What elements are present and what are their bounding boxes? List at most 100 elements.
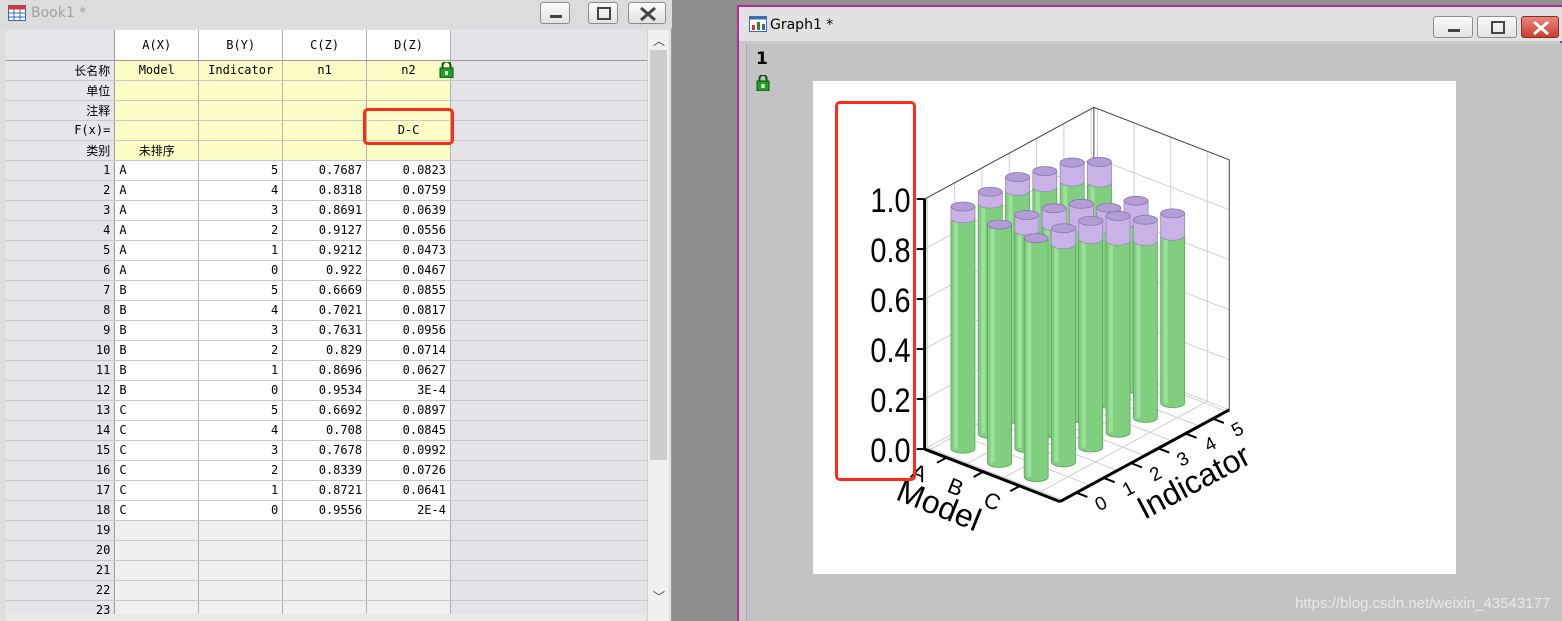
cylinder-bar[interactable] [1132,214,1158,423]
empty-row[interactable]: 20 [6,540,647,561]
row-number[interactable]: 18 [6,500,116,521]
empty-cell[interactable] [114,580,200,601]
meta-cell[interactable]: n1 [282,60,368,81]
row-number[interactable]: 3 [6,200,116,221]
empty-row[interactable]: 21 [6,560,647,581]
row-number[interactable]: 1 [6,160,116,181]
row-number[interactable]: 6 [6,260,116,281]
table-row[interactable]: 6 A 0 0.922 0.0467 [6,260,647,281]
cell-n2[interactable]: 0.0726 [366,460,451,481]
close-button[interactable] [628,2,666,24]
cell-n1[interactable]: 0.7678 [282,440,368,461]
cell-n1[interactable]: 0.6669 [282,280,368,301]
cell-model[interactable]: B [114,360,200,381]
layer-number[interactable]: 1 [756,49,768,69]
meta-cell[interactable] [282,80,368,101]
empty-cell[interactable] [282,540,368,561]
cell-n2[interactable]: 0.0823 [366,160,451,181]
empty-row[interactable]: 22 [6,580,647,601]
cell-n1[interactable]: 0.8318 [282,180,368,201]
cell-indicator[interactable]: 0 [198,380,284,401]
empty-cell[interactable] [366,580,451,601]
table-row[interactable]: 12 B 0 0.9534 3E-4 [6,380,647,401]
graph-window[interactable]: Graph1 * 1 0.0 0.2 0.4 0.6 0.8 1.0 A B C Model 0 1 2… [737,5,1562,621]
cell-n1[interactable]: 0.6692 [282,400,368,421]
cell-n1[interactable]: 0.9127 [282,220,368,241]
cell-n1[interactable]: 0.829 [282,340,368,361]
table-row[interactable]: 1 A 5 0.7687 0.0823 [6,160,647,181]
cell-n2[interactable]: 0.0956 [366,320,451,341]
cell-n2[interactable]: 3E-4 [366,380,451,401]
table-row[interactable]: 11 B 1 0.8696 0.0627 [6,360,647,381]
meta-cell[interactable] [366,80,451,101]
cell-n2[interactable]: 0.0639 [366,200,451,221]
empty-cell[interactable] [366,540,451,561]
column-header-d[interactable]: D(Z) [366,30,451,61]
meta-cell[interactable] [198,120,284,141]
table-row[interactable]: 17 C 1 0.8721 0.0641 [6,480,647,501]
meta-cell[interactable] [114,80,200,101]
row-number[interactable]: 8 [6,300,116,321]
cell-indicator[interactable]: 1 [198,480,284,501]
cell-n1[interactable]: 0.7021 [282,300,368,321]
cell-indicator[interactable]: 0 [198,500,284,521]
cylinder-bar[interactable] [1105,211,1131,438]
scroll-up-icon[interactable]: ︿ [653,32,665,49]
empty-cell[interactable] [198,520,284,541]
cell-n1[interactable]: 0.9556 [282,500,368,521]
cell-n1[interactable]: 0.8691 [282,200,368,221]
table-row[interactable]: 10 B 2 0.829 0.0714 [6,340,647,361]
cylinder-bar[interactable] [987,219,1012,468]
meta-cell[interactable] [114,100,200,121]
cell-model[interactable]: A [114,260,200,281]
cell-model[interactable]: C [114,440,200,461]
cell-n2[interactable]: 0.0855 [366,280,451,301]
column-header-b[interactable]: B(Y) [198,30,284,61]
cell-n1[interactable]: 0.9534 [282,380,368,401]
cell-model[interactable]: C [114,500,200,521]
cell-model[interactable]: A [114,240,200,261]
cell-model[interactable]: C [114,420,200,441]
cell-indicator[interactable]: 1 [198,360,284,381]
table-row[interactable]: 7 B 5 0.6669 0.0855 [6,280,647,301]
meta-cell[interactable] [114,120,200,141]
cell-n1[interactable]: 0.7631 [282,320,368,341]
cell-n2[interactable]: 0.0641 [366,480,451,501]
cylinder-bar[interactable] [1160,208,1186,408]
meta-row-label[interactable]: F(x)= [6,120,116,141]
empty-cell[interactable] [114,540,200,561]
cell-n2[interactable]: 0.0845 [366,420,451,441]
cell-indicator[interactable]: 2 [198,220,284,241]
cell-n2[interactable]: 0.0714 [366,340,451,361]
row-number[interactable]: 21 [6,560,116,581]
cell-n1[interactable]: 0.7687 [282,160,368,181]
workbook-titlebar[interactable]: Book1 * [0,0,672,28]
row-number[interactable]: 19 [6,520,116,541]
empty-cell[interactable] [366,520,451,541]
cell-model[interactable]: B [114,300,200,321]
minimize-button[interactable] [540,2,570,24]
graph-minimize-button[interactable] [1433,16,1473,38]
row-number[interactable]: 20 [6,540,116,561]
empty-cell[interactable] [198,580,284,601]
meta-row-label[interactable]: 长名称 [6,60,116,81]
table-row[interactable]: 14 C 4 0.708 0.0845 [6,420,647,441]
cell-indicator[interactable]: 4 [198,180,284,201]
cell-model[interactable]: B [114,340,200,361]
cell-n1[interactable]: 0.922 [282,260,368,281]
column-header-a[interactable]: A(X) [114,30,200,61]
meta-cell[interactable] [198,100,284,121]
empty-cell[interactable] [114,560,200,581]
cell-n2[interactable]: 2E-4 [366,500,451,521]
table-row[interactable]: 9 B 3 0.7631 0.0956 [6,320,647,341]
scroll-thumb[interactable] [650,50,667,460]
graph-page[interactable]: 0.0 0.2 0.4 0.6 0.8 1.0 A B C Model 0 1 2 3 4 5 Indicato… [813,81,1456,574]
row-number[interactable]: 4 [6,220,116,241]
cell-n2[interactable]: 0.0992 [366,440,451,461]
meta-cell[interactable] [282,100,368,121]
cell-indicator[interactable]: 3 [198,440,284,461]
worksheet-grid[interactable]: A(X) B(Y) C(Z) D(Z) 长名称 Model Indicator n1 n… [6,30,647,621]
cell-model[interactable]: A [114,220,200,241]
meta-cell[interactable]: 未排序 [114,140,200,161]
cell-model[interactable]: A [114,160,200,181]
